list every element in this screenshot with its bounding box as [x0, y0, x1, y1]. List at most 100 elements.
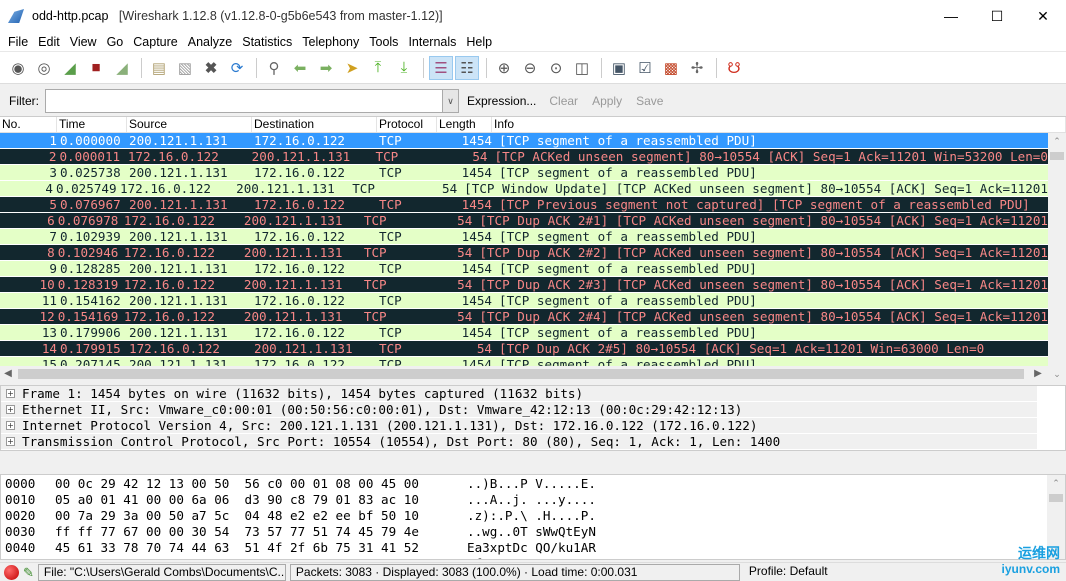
display-filters-icon[interactable]: ☑ — [633, 56, 657, 80]
hex-bytes[interactable]: 00 7a 29 3a 00 50 a7 5c 04 48 e2 e2 ee b… — [55, 508, 467, 524]
packet-row[interactable]: 10 0.128319 172.16.0.122 200.121.1.131 TCP 54… — [0, 277, 1048, 293]
colorize-icon[interactable]: ☰ — [429, 55, 453, 80]
clear-button[interactable]: Clear — [549, 94, 578, 108]
packet-row[interactable]: 2 0.000011 172.16.0.122 200.121.1.131 TCP 54 [… — [0, 149, 1048, 165]
filter-input[interactable] — [45, 89, 443, 113]
scroll-up-icon[interactable]: ⌃ — [1047, 475, 1065, 492]
find-icon[interactable]: ⚲ — [262, 56, 286, 80]
options-icon[interactable]: ◎ — [32, 56, 56, 80]
hex-off[interactable]: 0040 — [5, 540, 55, 556]
scroll-up-icon[interactable]: ⌃ — [1048, 133, 1066, 150]
packet-row[interactable]: 8 0.102946 172.16.0.122 200.121.1.131 TCP 54 [… — [0, 245, 1048, 261]
edit-comment-icon[interactable]: ✎ — [23, 565, 34, 580]
open-icon[interactable]: ▤ — [147, 56, 171, 80]
packet-row[interactable]: 12 0.154169 172.16.0.122 200.121.1.131 TCP 54… — [0, 309, 1048, 325]
hex-ascii[interactable]: ..wg..0T sWwQtEyN — [467, 524, 596, 540]
chevron-down-icon[interactable]: ∨ — [443, 89, 459, 113]
detail-tcp[interactable]: + Transmission Control Protocol, Src Port… — [1, 434, 1037, 450]
expand-icon[interactable]: + — [6, 421, 15, 430]
scroll-down-icon[interactable]: ⌄ — [1048, 366, 1066, 382]
first-packet-icon[interactable]: ⤒ — [366, 56, 390, 80]
packet-row[interactable]: 11 0.154162 200.121.1.131 172.16.0.122 TCP 14… — [0, 293, 1048, 309]
hex-bytes[interactable]: ff ff 77 67 00 00 30 54 73 57 77 51 74 4… — [55, 524, 467, 540]
hex-ascii[interactable]: .z):.P.\ .H....P. — [467, 508, 596, 524]
menu-telephony[interactable]: Telephony — [297, 35, 364, 49]
packet-list-vscrollbar[interactable]: ⌃ ⌄ — [1048, 133, 1066, 382]
packet-row[interactable]: 5 0.076967 200.121.1.131 172.16.0.122 TCP 145… — [0, 197, 1048, 213]
forward-icon[interactable]: ➡ — [314, 56, 338, 80]
expand-icon[interactable]: + — [6, 405, 15, 414]
hex-bytes[interactable]: 05 a0 01 41 00 00 6a 06 d3 90 c8 79 01 8… — [55, 492, 467, 508]
menu-view[interactable]: View — [65, 35, 102, 49]
packet-row[interactable]: 6 0.076978 172.16.0.122 200.121.1.131 TCP 54 [… — [0, 213, 1048, 229]
start-capture-icon[interactable]: ◢ — [58, 56, 82, 80]
menu-tools[interactable]: Tools — [364, 35, 403, 49]
menu-internals[interactable]: Internals — [403, 35, 461, 49]
coloring-rules-icon[interactable]: ▩ — [659, 56, 683, 80]
zoom-out-icon[interactable]: ⊖ — [518, 56, 542, 80]
expert-info-icon[interactable] — [4, 564, 19, 580]
hex-off[interactable]: 0000 — [5, 476, 55, 492]
hex-ascii[interactable]: ...A..j. ...y.... — [467, 492, 596, 508]
menu-file[interactable]: File — [3, 35, 33, 49]
menu-statistics[interactable]: Statistics — [237, 35, 297, 49]
column-destination[interactable]: Destination — [252, 117, 377, 132]
interfaces-icon[interactable]: ◉ — [6, 56, 30, 80]
preferences-icon[interactable]: ✢ — [685, 56, 709, 80]
packet-row[interactable]: 13 0.179906 200.121.1.131 172.16.0.122 TCP 14… — [0, 325, 1048, 341]
hex-ascii[interactable]: Ea3xptDc QO/ku1AR — [467, 540, 596, 556]
reload-icon[interactable]: ⟳ — [225, 56, 249, 80]
packet-row[interactable]: 9 0.128285 200.121.1.131 172.16.0.122 TCP 145… — [0, 261, 1048, 277]
packet-row[interactable]: 1 0.000000 200.121.1.131 172.16.0.122 TCP 145… — [0, 133, 1048, 149]
column-length[interactable]: Length — [437, 117, 492, 132]
detail-ethernet[interactable]: + Ethernet II, Src: Vmware_c0:00:01 (00:5… — [1, 402, 1037, 418]
column-protocol[interactable]: Protocol — [377, 117, 437, 132]
packet-list-hscrollbar[interactable]: ◀ ▶ — [0, 366, 1048, 382]
autoscroll-icon[interactable]: ☷ — [455, 55, 479, 80]
zoom-in-icon[interactable]: ⊕ — [492, 56, 516, 80]
hex-off[interactable]: 0020 — [5, 508, 55, 524]
close-file-icon[interactable]: ✖ — [199, 56, 223, 80]
hex-off[interactable]: 0050 — [5, 556, 55, 559]
scroll-right-icon[interactable]: ▶ — [1030, 366, 1046, 382]
save-filter-button[interactable]: Save — [636, 94, 663, 108]
packet-row[interactable]: 3 0.025738 200.121.1.131 172.16.0.122 TCP 145… — [0, 165, 1048, 181]
goto-icon[interactable]: ➤ — [340, 56, 364, 80]
apply-button[interactable]: Apply — [592, 94, 622, 108]
help-icon[interactable]: ☋ — [722, 56, 746, 80]
last-packet-icon[interactable]: ⤓ — [392, 56, 416, 80]
detail-frame[interactable]: + Frame 1: 1454 bytes on wire (11632 bits… — [1, 386, 1037, 402]
expand-icon[interactable]: + — [6, 389, 15, 398]
save-icon[interactable]: ▧ — [173, 56, 197, 80]
resize-columns-icon[interactable]: ◫ — [570, 56, 594, 80]
menu-go[interactable]: Go — [102, 35, 129, 49]
capture-filters-icon[interactable]: ▣ — [607, 56, 631, 80]
menu-edit[interactable]: Edit — [33, 35, 65, 49]
menu-analyze[interactable]: Analyze — [183, 35, 237, 49]
normal-size-icon[interactable]: ⊙ — [544, 56, 568, 80]
menu-capture[interactable]: Capture — [128, 35, 182, 49]
hex-bytes[interactable]: 52 66 47 59 67 53 32 41 34 47 59 35 31 5… — [55, 556, 467, 559]
restart-capture-icon[interactable]: ◢ — [110, 56, 134, 80]
menu-help[interactable]: Help — [461, 35, 497, 49]
hex-ascii[interactable]: ..)B...P V.....E. — [467, 476, 596, 492]
stop-capture-icon[interactable]: ■ — [84, 56, 108, 80]
column-source[interactable]: Source — [127, 117, 252, 132]
status-profile[interactable]: Profile: Default — [744, 564, 1044, 581]
packet-row[interactable]: 4 0.025749 172.16.0.122 200.121.1.131 TCP 54 [… — [0, 181, 1048, 197]
hex-bytes[interactable]: 45 61 33 78 70 74 44 63 51 4f 2f 6b 75 3… — [55, 540, 467, 556]
hex-off[interactable]: 0030 — [5, 524, 55, 540]
hex-bytes[interactable]: 00 0c 29 42 12 13 00 50 56 c0 00 01 08 0… — [55, 476, 467, 492]
expression-button[interactable]: Expression... — [467, 94, 536, 108]
back-icon[interactable]: ⬅ — [288, 56, 312, 80]
minimize-button[interactable]: — — [928, 0, 974, 32]
hex-off[interactable]: 0010 — [5, 492, 55, 508]
expand-icon[interactable]: + — [6, 437, 15, 446]
close-button[interactable]: ✕ — [1020, 0, 1066, 32]
column-no[interactable]: No. — [0, 117, 57, 132]
packet-row[interactable]: 7 0.102939 200.121.1.131 172.16.0.122 TCP 145… — [0, 229, 1048, 245]
column-info[interactable]: Info — [492, 117, 1066, 132]
detail-ip[interactable]: + Internet Protocol Version 4, Src: 200.1… — [1, 418, 1037, 434]
maximize-button[interactable]: ☐ — [974, 0, 1020, 32]
scroll-left-icon[interactable]: ◀ — [0, 366, 16, 382]
